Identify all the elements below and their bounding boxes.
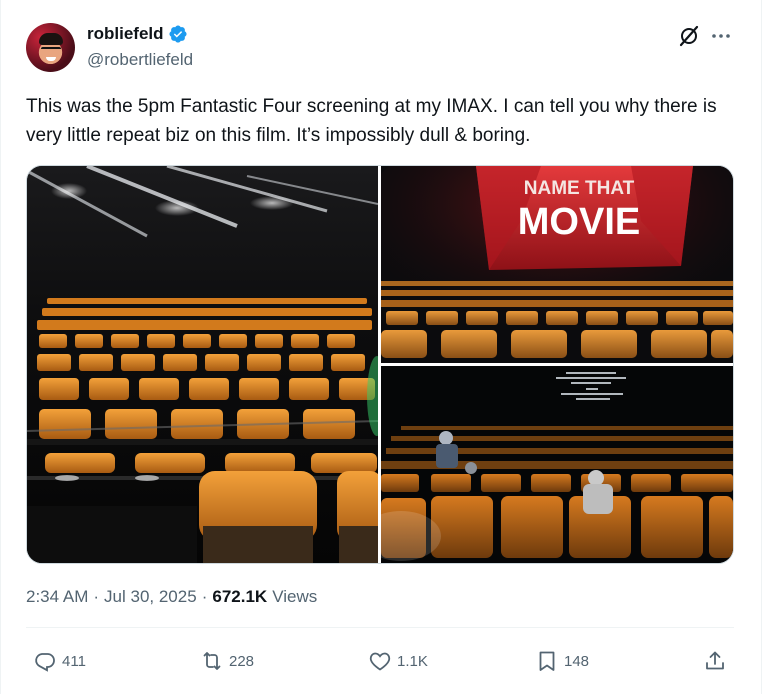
reply-icon <box>35 653 55 672</box>
reply-count: 411 <box>62 652 86 670</box>
heart-icon <box>369 652 391 671</box>
views-count: 672.1K <box>212 587 268 606</box>
reply-button[interactable]: 411 <box>33 649 86 673</box>
bookmark-button[interactable]: 148 <box>535 649 589 673</box>
screen-text-line2: MOVIE <box>518 201 640 243</box>
repost-icon <box>203 652 221 670</box>
bookmark-count: 148 <box>564 652 590 670</box>
meta-separator: · <box>201 587 208 606</box>
bookmark-icon <box>539 651 555 671</box>
repost-button[interactable]: 228 <box>200 649 254 673</box>
media-grid: NAME THAT MOVIE <box>26 165 734 564</box>
author-name-row: robliefeld <box>87 24 188 44</box>
repost-count: 228 <box>229 652 255 670</box>
photo-empty-theater-rows[interactable] <box>27 166 378 563</box>
author-handle[interactable]: @robertliefeld <box>87 50 193 70</box>
meta-separator: · <box>93 587 100 606</box>
divider <box>26 627 734 628</box>
verified-badge-icon <box>168 24 188 44</box>
photo-imax-screen[interactable]: NAME THAT MOVIE <box>381 166 733 363</box>
avatar-smile <box>46 57 56 61</box>
views-label: Views <box>272 587 318 606</box>
tweet-text: This was the 5pm Fantastic Four screenin… <box>26 96 717 146</box>
avatar-hair <box>39 33 63 45</box>
tweet-meta-row: 2:34 AM · Jul 30, 2025 · 672.1K Views <box>26 587 317 607</box>
screen-text-line1: NAME THAT <box>524 178 635 199</box>
tweet-card: robliefeld @robertliefeld This was the 5… <box>0 0 762 694</box>
tweet-date[interactable]: Jul 30, 2025 <box>104 587 197 607</box>
share-icon <box>706 651 724 670</box>
photo-dark-theater-audience[interactable] <box>381 366 733 563</box>
author-avatar[interactable] <box>26 23 75 72</box>
share-button[interactable] <box>703 649 727 673</box>
like-button[interactable]: 1.1K <box>368 649 428 673</box>
more-dots-icon[interactable] <box>709 24 733 48</box>
tweet-time[interactable]: 2:34 AM <box>26 587 88 607</box>
avatar-glasses <box>41 47 61 51</box>
grok-icon[interactable] <box>677 24 701 48</box>
author-display-name[interactable]: robliefeld <box>87 24 164 44</box>
like-count: 1.1K <box>397 652 428 670</box>
